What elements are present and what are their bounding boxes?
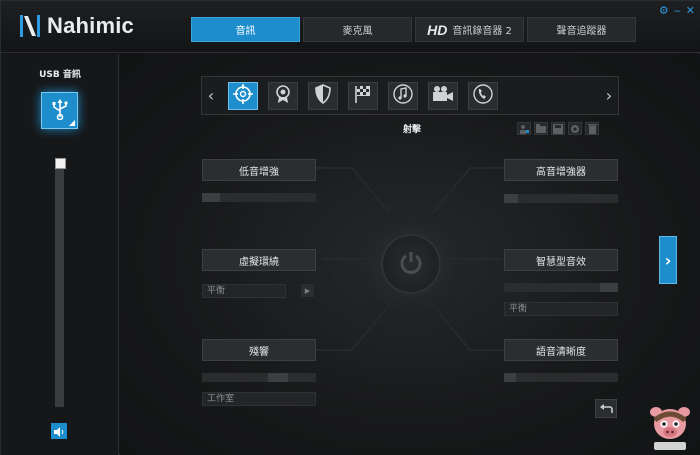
logo-text: Nahimic [47, 13, 134, 38]
user-preset-icon[interactable] [517, 122, 531, 135]
reset-button[interactable] [595, 399, 617, 418]
slider-knob[interactable] [504, 373, 516, 382]
preset-award[interactable] [268, 82, 298, 110]
audio-main-panel: ‹ › 射擊 低音增強 虛擬環繞 平衡 ▶ 殘響 工作室 高音增強器 智慧型音效… [120, 54, 700, 455]
window-controls: ⚙ ‒ ✕ [659, 5, 695, 16]
dropdown-play-icon[interactable]: ▶ [301, 284, 314, 297]
tab-label: 麥克風 [342, 26, 373, 37]
treble-boost-slider[interactable] [504, 194, 618, 203]
shield-icon [314, 84, 332, 108]
power-icon [398, 249, 424, 279]
active-preset-name: 射擊 [402, 125, 421, 135]
preset-shield[interactable] [308, 82, 338, 110]
voice-clarity-slider[interactable] [504, 373, 618, 382]
preset-shooter[interactable] [228, 82, 258, 110]
power-toggle-button[interactable] [381, 234, 441, 294]
volume-slider-track[interactable] [55, 162, 64, 407]
virtual-surround-button[interactable]: 虛擬環繞 [202, 249, 316, 271]
speaker-mute-button[interactable] [51, 423, 67, 439]
close-icon[interactable]: ✕ [686, 5, 695, 16]
preset-next-arrow-icon[interactable]: › [602, 86, 616, 105]
volume-slider-thumb[interactable] [55, 158, 66, 169]
open-folder-icon[interactable] [534, 122, 548, 135]
feature-label: 殘響 [249, 346, 269, 358]
next-panel-button[interactable]: › [659, 236, 677, 284]
feature-label: 虛擬環繞 [239, 256, 279, 268]
reverb-dropdown[interactable]: 工作室 [202, 392, 316, 406]
virtual-surround-dropdown[interactable]: 平衡 [202, 284, 286, 298]
video-camera-icon [431, 85, 455, 107]
hd-label: HD [427, 21, 448, 38]
mascot-watermark [644, 400, 696, 452]
tab-audio[interactable]: 音訊 [191, 17, 300, 42]
slider-knob[interactable] [504, 194, 518, 203]
smart-volume-dropdown[interactable]: 平衡 [504, 302, 618, 316]
smart-volume-slider[interactable] [504, 283, 618, 292]
preset-movie[interactable] [428, 82, 458, 110]
tab-label: 音訊 [235, 26, 256, 37]
tab-sound-tracker[interactable]: 聲音追蹤器 [527, 17, 636, 42]
save-icon[interactable] [551, 122, 565, 135]
app-logo: Nahimic [19, 13, 134, 39]
crosshair-icon [232, 83, 254, 109]
feature-label: 智慧型音效 [536, 256, 586, 268]
treble-boost-button[interactable]: 高音增強器 [504, 159, 618, 181]
preset-racing[interactable] [348, 82, 378, 110]
tab-label: 聲音追蹤器 [556, 26, 607, 37]
preset-music[interactable] [388, 82, 418, 110]
tab-microphone[interactable]: 麥克風 [303, 17, 412, 42]
reverb-button[interactable]: 殘響 [202, 339, 316, 361]
nahimic-window: Nahimic 音訊 麥克風 HD 音訊錄音器 2 聲音追蹤器 ⚙ ‒ ✕ USB… [0, 0, 700, 455]
tab-hd-recorder[interactable]: HD 音訊錄音器 2 [415, 17, 524, 42]
device-panel: USB 音訊 [1, 54, 119, 455]
header-bar: Nahimic 音訊 麥克風 HD 音訊錄音器 2 聲音追蹤器 ⚙ ‒ ✕ [1, 1, 700, 53]
usb-icon [49, 98, 71, 124]
main-tabs: 音訊 麥克風 HD 音訊錄音器 2 聲音追蹤器 [191, 17, 636, 42]
device-title: USB 音訊 [39, 70, 81, 80]
feature-label: 低音增強 [239, 166, 279, 178]
preset-actions [517, 122, 599, 135]
phone-icon [472, 83, 494, 109]
racing-flag-icon [353, 84, 373, 108]
bass-boost-slider[interactable] [202, 193, 316, 202]
minimize-icon[interactable]: ‒ [674, 5, 681, 16]
feature-label: 語音清晰度 [536, 346, 586, 358]
slider-knob[interactable] [600, 283, 618, 292]
smart-volume-button[interactable]: 智慧型音效 [504, 249, 618, 271]
nahimic-logo-icon [19, 14, 41, 38]
preset-bar: ‹ › [201, 76, 619, 115]
preset-prev-arrow-icon[interactable]: ‹ [204, 86, 218, 105]
trash-icon[interactable] [585, 122, 599, 135]
reverb-slider[interactable] [202, 373, 316, 382]
feature-label: 高音增強器 [536, 166, 586, 178]
bass-boost-button[interactable]: 低音增強 [202, 159, 316, 181]
music-note-icon [392, 83, 414, 109]
undo-arrow-icon [599, 399, 613, 418]
settings-gear-icon[interactable]: ⚙ [659, 5, 669, 16]
speaker-icon [53, 422, 65, 441]
gear-icon[interactable] [568, 122, 582, 135]
slider-knob[interactable] [202, 193, 220, 202]
chevron-right-icon: › [664, 250, 672, 270]
award-ribbon-icon [274, 84, 292, 108]
voice-clarity-button[interactable]: 語音清晰度 [504, 339, 618, 361]
slider-knob[interactable] [268, 373, 288, 382]
tab-label: 音訊錄音器 2 [452, 26, 512, 37]
preset-communication[interactable] [468, 82, 498, 110]
usb-device-button[interactable] [41, 92, 78, 129]
